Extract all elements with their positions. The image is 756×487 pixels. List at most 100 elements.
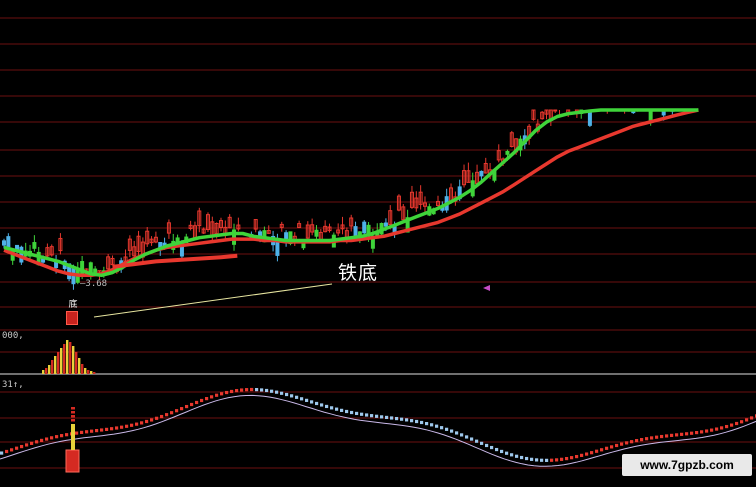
osc-point-11 (55, 435, 59, 439)
osc-point-67 (335, 407, 339, 411)
volume-bar-17 (93, 372, 96, 374)
osc-point-26 (130, 423, 134, 427)
volume-bar-10 (72, 346, 75, 374)
chart-canvas (0, 17, 756, 473)
osc-point-72 (360, 412, 364, 416)
osc-point-19 (95, 428, 99, 433)
osc-point-112 (560, 457, 564, 461)
osc-point-24 (120, 425, 124, 429)
osc-point-25 (125, 424, 129, 428)
osc-bottom-bar (65, 449, 80, 473)
oscillator-pane-label: 31↑, (2, 380, 24, 390)
candle-body-125 (553, 109, 558, 112)
osc-point-73 (365, 413, 369, 417)
osc-point-18 (90, 429, 94, 433)
osc-point-134 (670, 433, 674, 438)
osc-point-131 (655, 435, 659, 439)
osc-point-57 (285, 392, 289, 397)
osc-point-68 (340, 408, 344, 412)
osc-point-71 (355, 411, 359, 416)
osc-point-103 (515, 454, 519, 458)
osc-point-40 (200, 398, 204, 403)
volume-bar-15 (87, 370, 90, 374)
osc-point-41 (205, 397, 209, 401)
osc-point-125 (625, 441, 629, 445)
osc-point-99 (495, 447, 499, 452)
osc-point-94 (470, 437, 474, 441)
osc-point-96 (480, 441, 484, 445)
volume-bar-9 (69, 342, 72, 374)
osc-point-97 (485, 443, 489, 448)
volume-bar-11 (75, 352, 78, 374)
osc-point-129 (645, 437, 649, 441)
osc-point-45 (225, 390, 229, 395)
osc-point-106 (530, 457, 534, 461)
osc-point-51 (255, 388, 259, 392)
osc-point-85 (425, 421, 429, 426)
volume-bar-5 (57, 352, 60, 374)
osc-point-42 (210, 395, 214, 399)
volume-bars (42, 340, 96, 374)
osc-point-49 (245, 388, 249, 392)
volume-bar-2 (48, 365, 51, 374)
osc-point-12 (60, 434, 64, 438)
osc-point-31 (155, 416, 159, 420)
osc-point-9 (45, 437, 49, 441)
osc-point-21 (105, 427, 109, 431)
osc-point-141 (705, 429, 709, 433)
osc-point-138 (690, 431, 694, 435)
volume-bar-8 (66, 340, 69, 374)
candle-body-86 (383, 222, 388, 227)
iron-bottom-annotation: 铁底 (338, 262, 379, 284)
osc-point-127 (635, 439, 639, 443)
osc-point-130 (650, 436, 654, 440)
osc-point-79 (395, 416, 399, 421)
candle-body-21 (93, 268, 98, 274)
osc-point-64 (320, 403, 324, 407)
volume-bar-6 (60, 348, 63, 374)
osc-point-2 (10, 448, 14, 452)
osc-point-58 (290, 394, 294, 398)
osc-point-84 (420, 420, 424, 425)
gridlines (0, 17, 756, 469)
osc-point-136 (680, 432, 684, 436)
low-price-label: —3.68 (80, 279, 107, 289)
osc-point-30 (150, 418, 154, 422)
osc-point-5 (25, 443, 29, 447)
osc-point-123 (615, 443, 619, 448)
osc-point-89 (445, 427, 449, 431)
candle-body-79 (353, 226, 358, 238)
candle-body-108 (479, 170, 484, 177)
osc-point-100 (500, 449, 504, 454)
osc-point-146 (730, 423, 734, 427)
osc-point-66 (330, 406, 334, 410)
osc-point-13 (65, 433, 69, 437)
osc-point-115 (575, 454, 579, 459)
osc-point-61 (305, 398, 309, 402)
osc-point-15 (75, 431, 79, 435)
osc-signal-tick-2 (71, 415, 75, 418)
ma-line-1 (3, 108, 699, 278)
volume-bar-1 (45, 368, 48, 374)
osc-point-55 (275, 390, 279, 394)
osc-point-53 (265, 388, 269, 393)
osc-point-135 (675, 433, 679, 437)
osc-point-28 (140, 421, 144, 425)
osc-point-102 (510, 453, 514, 457)
osc-point-110 (550, 458, 554, 462)
osc-point-39 (195, 400, 199, 405)
osc-point-10 (50, 436, 54, 440)
osc-point-108 (540, 458, 544, 462)
osc-point-16 (80, 430, 84, 435)
osc-point-104 (520, 455, 524, 460)
osc-point-36 (180, 407, 184, 411)
bottom-marker-badge: 底 (66, 301, 78, 325)
candle-body-114 (505, 150, 510, 155)
osc-signal-tick-1 (71, 411, 75, 414)
osc-point-83 (415, 419, 419, 424)
volume-bar-4 (54, 356, 57, 374)
volume-bar-13 (81, 364, 84, 374)
site-watermark: www.7gpzb.com (622, 454, 752, 476)
osc-point-143 (715, 427, 719, 431)
osc-point-32 (160, 414, 164, 419)
